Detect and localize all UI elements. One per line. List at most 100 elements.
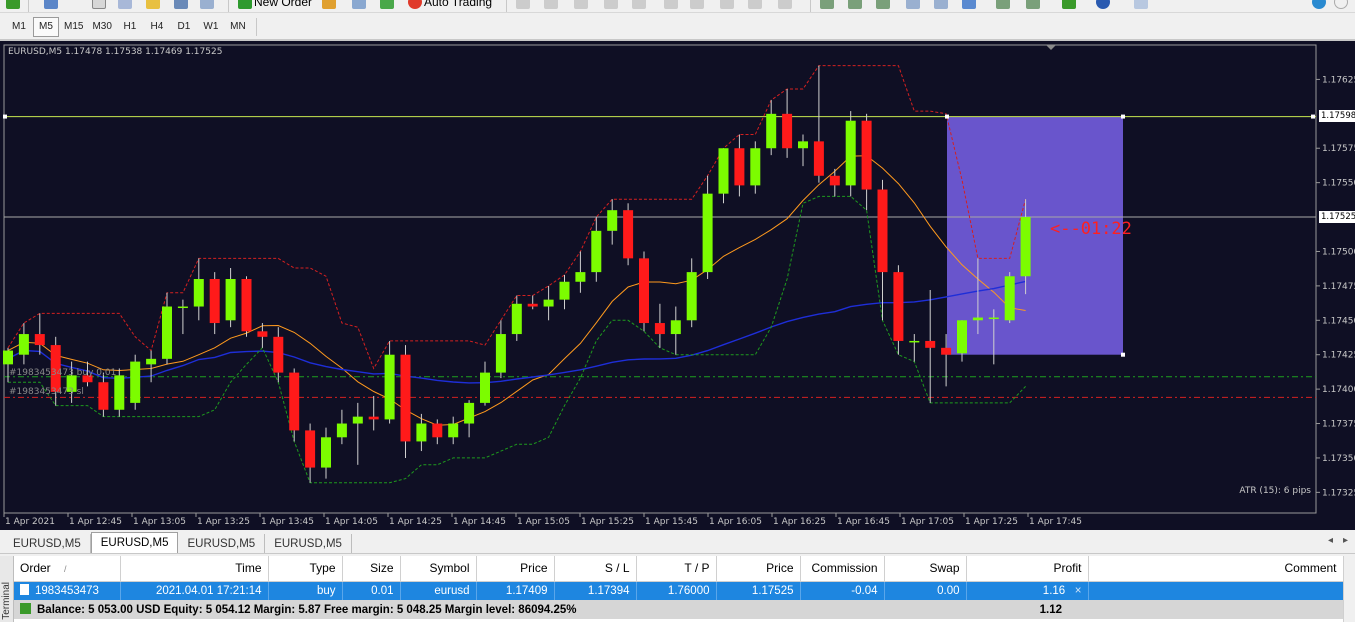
new-chart-button[interactable] (6, 0, 20, 10)
cloud-icon-button[interactable] (352, 0, 366, 10)
candle-bear (527, 303, 538, 307)
label-tool-button[interactable] (748, 0, 762, 10)
price-cell: 1.17409 (476, 581, 555, 600)
periods-button[interactable] (1096, 0, 1110, 10)
candle-bull (972, 317, 983, 321)
col-profit[interactable]: Profit (966, 556, 1089, 582)
chart-tab[interactable]: EURUSD,M5 (4, 534, 91, 553)
line-chart-button[interactable] (876, 0, 890, 10)
chart-shift-button[interactable] (1026, 0, 1040, 10)
shapes-button[interactable] (778, 0, 792, 10)
x-tick-label: 1 Apr 2021 (5, 517, 55, 527)
candle-bull (559, 281, 570, 300)
zoom-out-button[interactable] (934, 0, 948, 10)
y-tick-label: 1.17625 (1322, 75, 1355, 85)
zoom-in-button[interactable] (906, 0, 920, 10)
fibonacci-button[interactable] (690, 0, 704, 10)
chart-tab[interactable]: EURUSD,M5 (178, 534, 266, 553)
bid-price-tag: 1.17525 (1319, 211, 1355, 223)
terminal-scrollbar[interactable] (1343, 556, 1355, 622)
col-current-price[interactable]: Price (716, 556, 801, 582)
size-cell: 0.01 (342, 581, 401, 600)
x-tick-label: 1 Apr 13:25 (197, 517, 250, 527)
text-tool-button[interactable] (720, 0, 734, 10)
signals-button[interactable] (380, 0, 394, 10)
timeframe-d1[interactable]: D1 (171, 17, 197, 37)
favorites-button[interactable] (146, 0, 160, 10)
chart-tab-active[interactable]: EURUSD,M5 (90, 532, 179, 553)
new-order-button[interactable]: New Order (238, 0, 312, 10)
timeframe-m1[interactable]: M1 (6, 17, 32, 37)
ma-fast-line (7, 155, 1026, 426)
balance-summary: Balance: 5 053.00 USD Equity: 5 054.12 M… (14, 600, 966, 619)
col-time[interactable]: Time (120, 556, 269, 582)
col-symbol[interactable]: Symbol (400, 556, 477, 582)
market-watch-button[interactable] (92, 0, 106, 10)
crosshair-tool-button[interactable] (544, 0, 558, 10)
trendline-button[interactable] (632, 0, 646, 10)
timeframe-h4[interactable]: H4 (144, 17, 170, 37)
metaeditor-button[interactable] (322, 0, 336, 10)
candle-bear (34, 334, 45, 346)
comment-cell (1088, 581, 1344, 600)
candle-bear (861, 120, 872, 190)
cursor-tool-button[interactable] (516, 0, 530, 10)
col-size[interactable]: Size (342, 556, 401, 582)
col-sl[interactable]: S / L (554, 556, 637, 582)
bar-chart-button[interactable] (820, 0, 834, 10)
col-price[interactable]: Price (476, 556, 555, 582)
templates-button[interactable] (1134, 0, 1148, 10)
candles-button[interactable] (848, 0, 862, 10)
chart-tab[interactable]: EURUSD,M5 (265, 534, 352, 553)
timeframe-m15[interactable]: M15 (60, 17, 87, 37)
strategy-tester-button[interactable] (174, 0, 188, 10)
atr-indicator-label: ATR (15): 6 pips (1239, 486, 1311, 496)
close-order-icon[interactable]: × (1075, 585, 1082, 597)
indicators-button[interactable] (1062, 0, 1076, 10)
x-tick-label: 1 Apr 15:05 (517, 517, 570, 527)
balance-profit: 1.12 (966, 600, 1088, 619)
x-tick-label: 1 Apr 15:45 (645, 517, 698, 527)
autoscroll-button[interactable] (996, 0, 1010, 10)
help-icon[interactable] (1334, 0, 1348, 10)
zoom-icon-button[interactable] (200, 0, 214, 10)
candle-bear (941, 347, 952, 355)
tab-scroll-left-icon[interactable]: ◂ (1328, 535, 1333, 546)
metatrader-window: New Order Auto Trading M1 M5 M15 M30 H1 … (0, 0, 1355, 622)
price-chart[interactable]: 1.17625 1.17575 1.17550 1.17500 1.17475 1.174… (0, 41, 1355, 531)
timeframe-h1[interactable]: H1 (117, 17, 143, 37)
trade-table: Order / Time Type Size Symbol Price S / … (14, 556, 1344, 619)
order-buy-tag: #1983453473 buy 0.01 (9, 368, 117, 378)
col-commission[interactable]: Commission (800, 556, 885, 582)
table-row[interactable]: 1983453473 2021.04.01 17:21:14 buy 0.01 … (14, 581, 1344, 600)
swap-cell: 0.00 (884, 581, 967, 600)
equidistant-channel-button[interactable] (664, 0, 678, 10)
auto-trading-button[interactable]: Auto Trading (408, 0, 492, 10)
candle-bear (813, 141, 824, 176)
candle-bull (114, 375, 125, 410)
timeframe-mn[interactable]: MN (225, 17, 251, 37)
candle-bull (718, 148, 729, 194)
tab-scroll-right-icon[interactable]: ▸ (1343, 535, 1348, 546)
selection-handle (1311, 114, 1315, 119)
x-tick-label: 1 Apr 16:25 (773, 517, 826, 527)
timeframe-m30[interactable]: M30 (88, 17, 115, 37)
profiles-button[interactable] (44, 0, 58, 10)
chart-area[interactable]: 1.17625 1.17575 1.17550 1.17500 1.17475 1.174… (0, 40, 1355, 530)
navigator-button[interactable] (118, 0, 132, 10)
candle-bull (336, 423, 347, 438)
candle-bull (448, 423, 459, 438)
col-swap[interactable]: Swap (884, 556, 967, 582)
col-tp[interactable]: T / P (636, 556, 717, 582)
terminal-side-tab[interactable]: Terminal (0, 556, 14, 622)
col-comment[interactable]: Comment (1088, 556, 1344, 582)
col-type[interactable]: Type (268, 556, 343, 582)
edge-icon[interactable] (1312, 0, 1326, 10)
vertical-line-button[interactable] (574, 0, 588, 10)
horizontal-line-button[interactable] (604, 0, 618, 10)
tile-windows-button[interactable] (962, 0, 976, 10)
timeframe-m5[interactable]: M5 (33, 16, 59, 37)
col-order[interactable]: Order / (14, 556, 121, 582)
candle-bull (591, 230, 602, 273)
timeframe-w1[interactable]: W1 (198, 17, 224, 37)
